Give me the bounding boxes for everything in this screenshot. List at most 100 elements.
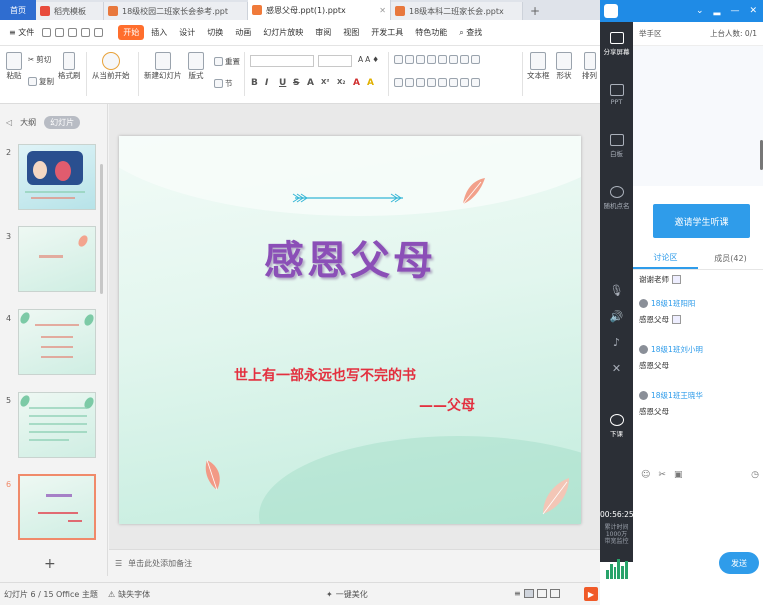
redo-icon[interactable] [94,28,104,37]
save-icon[interactable] [42,28,52,37]
menu-developer[interactable]: 开发工具 [366,25,408,40]
reading-view-icon[interactable] [549,589,560,598]
shadow-button[interactable]: A [307,78,314,88]
columns-icon[interactable] [460,55,469,64]
underline-button[interactable]: U [279,78,286,88]
align-center-icon[interactable] [405,78,414,87]
menu-view[interactable]: 视图 [338,25,364,40]
section-button[interactable]: 节 [214,78,233,89]
align-middle-icon[interactable] [460,78,469,87]
font-color-button[interactable]: A [353,78,360,88]
menu-review[interactable]: 审阅 [310,25,336,40]
menu-home[interactable]: 开始 [118,25,145,40]
undo-icon[interactable] [81,28,91,37]
line-spacing-icon[interactable] [438,55,447,64]
speaker-button[interactable]: 🔊 [600,310,633,323]
font-name-select[interactable] [250,55,314,67]
preview-icon[interactable] [68,28,78,37]
slide-title[interactable]: 感恩父母 [119,228,581,286]
ppt-button[interactable]: PPT [600,84,633,106]
decrease-font-icon[interactable]: A [365,55,370,64]
new-tab-button[interactable]: + [523,2,547,20]
textbox-button[interactable]: 文本框 [527,52,550,81]
whiteboard-button[interactable]: 白板 [600,134,633,158]
play-from-current-button[interactable]: 从当前开始 [92,52,130,81]
layout-button[interactable]: 版式 [188,52,204,81]
align-bottom-icon[interactable] [471,78,480,87]
slide-author[interactable]: ——父母 [419,395,475,415]
bold-button[interactable]: B [251,78,258,88]
slideshow-button[interactable]: ▶ [584,587,598,601]
close-icon[interactable]: ✕ [749,6,757,16]
notes-bar[interactable]: ☰ 单击此处添加备注 [109,549,600,576]
image-upload-icon[interactable]: ▣ [674,470,683,480]
bullets-icon[interactable] [394,55,403,64]
reset-button[interactable]: 重置 [214,56,240,67]
highlight-button[interactable]: A [367,78,374,88]
beautify-button[interactable]: ✦ 一键美化 [326,589,368,600]
tab-members[interactable]: 成员(42) [698,248,763,269]
microphone-button[interactable]: 🎙 [600,284,633,297]
collapse-pane-icon[interactable]: ◁ [6,118,12,127]
paste-button[interactable]: 粘贴 [6,52,22,81]
tab-slides[interactable]: 幻灯片 [44,116,81,129]
italic-button[interactable]: I [265,78,268,88]
share-screen-button[interactable]: 分享屏幕 [600,32,633,56]
history-icon[interactable]: ◷ [751,470,759,480]
missing-font-button[interactable]: ⚠ 缺失字体 [108,589,150,600]
normal-view-icon[interactable] [523,589,534,598]
convert-icon[interactable] [471,55,480,64]
tab-doc-1[interactable]: 18级校园二班家长会参考.ppt [104,2,248,20]
expand-button[interactable]: ✕ [600,362,633,375]
current-slide[interactable]: 感恩父母 世上有一部永远也写不完的书 ——父母 [119,136,581,524]
menu-special[interactable]: 特色功能 [410,25,452,40]
invite-students-button[interactable]: 邀请学生听课 [653,204,750,238]
indent-icon[interactable] [427,55,436,64]
align-left-icon[interactable] [394,78,403,87]
random-call-button[interactable]: 随机点名 [600,186,633,210]
menu-transition[interactable]: 切换 [202,25,228,40]
menu-slideshow[interactable]: 幻灯片放映 [258,25,308,40]
align-right-icon[interactable] [416,78,425,87]
distribute-icon[interactable] [438,78,447,87]
menu-design[interactable]: 设计 [174,25,200,40]
copy-button[interactable]: 复制 [28,76,54,87]
add-slide-button[interactable]: + [44,556,56,572]
clear-format-icon[interactable]: ♦ [372,55,379,64]
emoji-icon[interactable]: ☺ [641,470,650,480]
slide-thumbnail-3[interactable] [18,226,96,292]
notes-view-icon[interactable]: ≡ [514,589,521,598]
scissors-icon[interactable]: ✂ [658,470,666,480]
minimize-icon[interactable]: — [730,6,739,16]
font-size-select[interactable] [318,55,352,67]
numbering-icon[interactable] [405,55,414,64]
text-direction-icon[interactable] [449,55,458,64]
cut-button[interactable]: ✂ 剪切 [28,54,51,65]
subscript-button[interactable]: X₂ [337,78,345,86]
new-slide-button[interactable]: 新建幻灯片 [144,52,182,81]
justify-icon[interactable] [427,78,436,87]
increase-font-icon[interactable]: A [358,55,363,64]
menu-animation[interactable]: 动画 [230,25,256,40]
file-menu[interactable]: ≡ 文件 [4,25,39,40]
music-button[interactable]: ♪ [600,336,633,349]
menu-insert[interactable]: 插入 [146,25,172,40]
align-top-icon[interactable] [449,78,458,87]
thumbnail-scrollbar[interactable] [100,164,103,294]
strikethrough-button[interactable]: S [293,78,299,88]
slide-thumbnail-4[interactable] [18,309,96,375]
tab-doc-3[interactable]: 18级本科二班家长会.pptx [391,2,523,20]
tab-discussion[interactable]: 讨论区 [633,248,698,269]
chevron-down-icon[interactable]: ⌄ [696,6,704,16]
outdent-icon[interactable] [416,55,425,64]
tab-outline[interactable]: 大纲 [20,117,36,128]
slide-thumbnail-5[interactable] [18,392,96,458]
print-icon[interactable] [55,28,65,37]
end-class-button[interactable]: 下课 [600,414,633,438]
tab-doc-2[interactable]: 感恩父母.ppt(1).pptx ✕ [248,0,391,20]
slide-subtitle[interactable]: 世上有一部永远也写不完的书 [234,365,416,385]
slide-thumbnail-2[interactable] [18,144,96,210]
close-tab-icon[interactable]: ✕ [379,6,386,15]
shape-button[interactable]: 形状 [556,52,572,81]
search-command[interactable]: ⌕ 查找 [454,25,487,40]
